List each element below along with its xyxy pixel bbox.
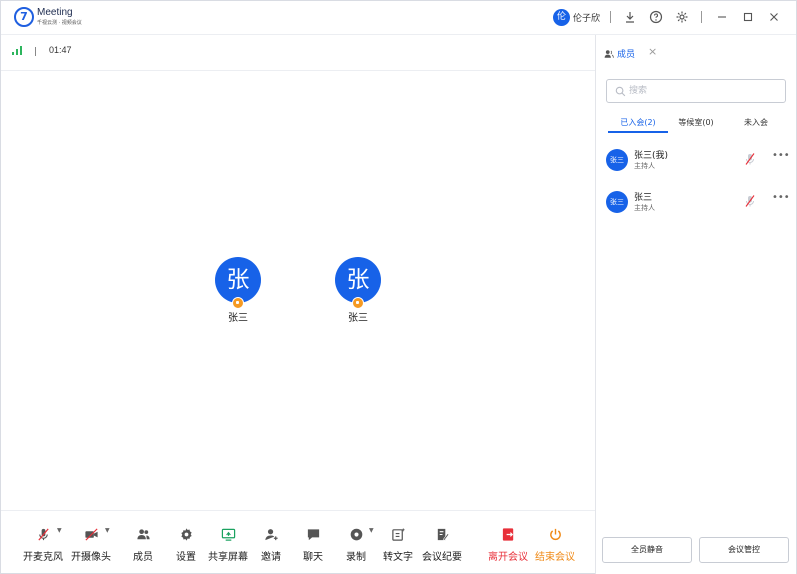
member-role: 主持人 [634,162,655,170]
gear-icon[interactable] [674,9,690,25]
record-label: 录制 [346,552,366,563]
record-button[interactable]: ▼ 录制 [342,525,374,563]
mic-off-icon[interactable] [743,194,757,208]
leave-meeting-button[interactable]: 离开会议 [486,525,530,563]
add-user-icon [257,525,285,543]
members-icon [604,49,614,58]
chevron-down-icon[interactable]: ▼ [369,527,374,534]
maximize-icon[interactable] [740,9,756,25]
mic-label: 开麦克风 [23,552,63,563]
participant-name: 张三 [348,313,368,324]
camera-off-icon: ▼ [69,525,113,543]
participant-tile[interactable]: 张 张三 [208,257,268,324]
mic-off-icon[interactable] [743,152,757,166]
minutes-button[interactable]: 会议纪要 [420,525,464,563]
status-separator [35,47,36,56]
mute-all-button[interactable]: 全员静音 [602,537,692,563]
minutes-label: 会议纪要 [422,552,462,563]
title-bar: 7 Meeting 千视云测 · 视频会议 伦 伦子欣 [1,1,796,35]
tab-members[interactable]: 成员 [604,47,635,60]
tab-joined[interactable]: 已入会(2) [608,117,668,128]
chevron-down-icon[interactable]: ▼ [57,527,62,534]
share-screen-button[interactable]: 共享屏幕 [206,525,250,563]
tab-waiting-room[interactable]: 等候室(0) [666,117,726,128]
meeting-status-bar: 01:47 [1,35,595,71]
download-icon[interactable] [622,9,638,25]
members-panel: 成员 × 已入会(2) 等候室(0) 未入会 张三 张三(我) 主持人 ••• … [595,35,796,574]
settings-button[interactable]: 设置 [172,525,200,563]
transcribe-label: 转文字 [383,552,413,563]
transcribe-icon [381,525,415,543]
member-search[interactable] [606,79,786,103]
leave-meeting-label: 离开会议 [488,552,528,563]
gear-icon [172,525,200,543]
title-separator [610,11,611,23]
meeting-toolbar: ▼ 开麦克风 ▼ 开摄像头 成员 设置 共享屏幕 邀请 聊天 ▼ 录制 转文字 … [1,510,595,574]
chat-label: 聊天 [303,552,323,563]
active-tab-indicator [608,131,668,133]
muted-badge-icon [232,297,244,309]
members-button[interactable]: 成员 [129,525,157,563]
chevron-down-icon[interactable]: ▼ [105,527,110,534]
list-item[interactable]: 张三 张三 主持人 ••• [606,189,790,217]
minimize-icon[interactable] [714,9,730,25]
user-name[interactable]: 伦子欣 [573,11,600,24]
member-name: 张三(我) [634,151,669,161]
minutes-icon [420,525,464,543]
app-subtitle: 千视云测 · 视频会议 [37,20,82,26]
transcribe-button[interactable]: 转文字 [381,525,415,563]
chat-button[interactable]: 聊天 [299,525,327,563]
user-avatar[interactable]: 伦 [553,9,570,26]
end-meeting-label: 结束会议 [535,552,575,563]
member-role: 主持人 [634,204,655,212]
more-options-icon[interactable]: ••• [772,192,790,203]
chat-icon [299,525,327,543]
record-icon: ▼ [342,525,374,543]
title-separator [701,11,702,23]
members-icon [129,525,157,543]
signal-icon [12,46,22,55]
camera-button[interactable]: ▼ 开摄像头 [69,525,113,563]
app-logo-icon: 7 [14,7,34,27]
help-icon[interactable] [648,9,664,25]
share-screen-label: 共享屏幕 [208,552,248,563]
settings-label: 设置 [176,552,196,563]
meeting-control-button[interactable]: 会议管控 [699,537,789,563]
mic-off-icon: ▼ [21,525,65,543]
close-icon[interactable] [766,9,782,25]
tab-members-label: 成员 [617,50,636,60]
share-screen-icon [206,525,250,543]
tab-not-joined[interactable]: 未入会 [726,117,786,128]
search-input[interactable] [629,83,779,99]
invite-label: 邀请 [261,552,281,563]
avatar: 张三 [606,149,628,171]
participant-name: 张三 [228,313,248,324]
close-panel-icon[interactable]: × [648,45,657,58]
invite-button[interactable]: 邀请 [257,525,285,563]
muted-badge-icon [352,297,364,309]
meeting-window: 7 Meeting 千视云测 · 视频会议 伦 伦子欣 01:47 张 张三 张… [0,0,797,574]
meeting-timer: 01:47 [49,45,72,55]
app-title: Meeting [37,7,73,18]
mic-button[interactable]: ▼ 开麦克风 [21,525,65,563]
list-item[interactable]: 张三 张三(我) 主持人 ••• [606,147,790,175]
participant-tile[interactable]: 张 张三 [328,257,388,324]
power-icon [533,525,577,543]
leave-icon [486,525,530,543]
search-icon [615,86,626,97]
member-name: 张三 [634,193,653,203]
members-label: 成员 [133,552,153,563]
avatar: 张三 [606,191,628,213]
end-meeting-button[interactable]: 结束会议 [533,525,577,563]
more-options-icon[interactable]: ••• [772,150,790,161]
participant-avatar: 张 [215,257,261,309]
member-tabs: 已入会(2) 等候室(0) 未入会 [606,117,786,133]
participant-avatar: 张 [335,257,381,309]
camera-label: 开摄像头 [71,552,111,563]
